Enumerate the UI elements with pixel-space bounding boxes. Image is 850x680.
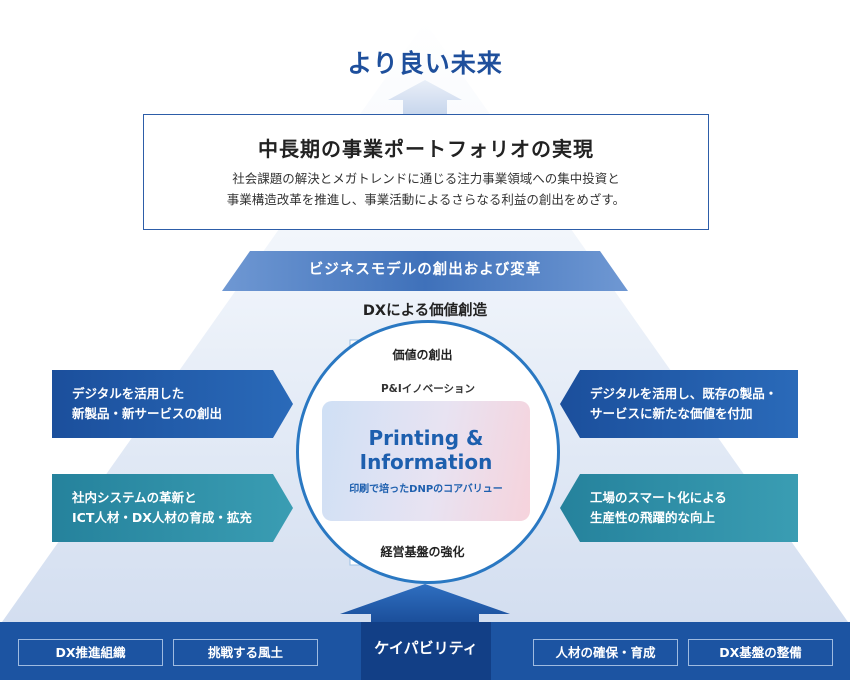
bottom-item-dx-org: DX推進組織 [18,639,163,666]
future-title: より良い未来 [347,49,503,78]
left-item-1-line-2: 新製品・新サービスの創出 [72,406,223,421]
left-item-1: デジタルを活用した 新製品・新サービスの創出 [72,384,222,424]
bottom-item-talent: 人材の確保・育成 [533,639,678,666]
core-title-line-1: Printing & [368,426,484,450]
portfolio-box: 中長期の事業ポートフォリオの実現 社会課題の解決とメガトレンドに通じる注力事業領… [143,114,709,230]
right-item-2-line-2: 生産性の飛躍的な向上 [590,510,716,525]
dx-value-label: DXによる価値創造 [362,303,488,319]
left-item-2: 社内システムの革新と ICT人材・DX人材の育成・拡充 [72,488,252,528]
right-item-1-line-1: デジタルを活用し、既存の製品・ [590,386,778,401]
bottom-item-culture: 挑戦する風土 [173,639,318,666]
bottom-item-dx-platform: DX基盤の整備 [688,639,833,666]
portfolio-description: 社会課題の解決とメガトレンドに通じる注力事業領域への集中投資と 事業構造改革を推… [144,168,708,210]
foundation-tag: 経営基盤の強化 [380,545,465,559]
core-subtitle: 印刷で培ったDNPのコアバリュー [349,484,503,495]
portfolio-desc-line-2: 事業構造改革を推進し、事業活動によるさらなる利益の創出をめざす。 [226,192,626,207]
portfolio-desc-line-1: 社会課題の解決とメガトレンドに通じる注力事業領域への集中投資と [232,171,620,186]
capability-label: ケイパビリティ [361,622,491,680]
pi-innovation-label: P&Iイノベーション [380,383,476,395]
left-item-2-line-1: 社内システムの革新と [72,490,197,505]
left-item-2-line-2: ICT人材・DX人材の育成・拡充 [72,510,252,525]
right-item-2-line-1: 工場のスマート化による [590,490,727,505]
left-item-1-line-1: デジタルを活用した [72,386,185,401]
core-title-line-2: Information [359,450,493,474]
value-creation-tag: 価値の創出 [392,348,453,362]
core-value-box: Printing & Information 印刷で培ったDNPのコアバリュー [322,401,530,521]
business-model-label: ビジネスモデルの創出および変革 [308,262,542,278]
right-item-1: デジタルを活用し、既存の製品・ サービスに新たな価値を付加 [590,384,777,424]
core-title: Printing & Information [322,426,530,474]
right-item-2: 工場のスマート化による 生産性の飛躍的な向上 [590,488,727,528]
portfolio-title: 中長期の事業ポートフォリオの実現 [258,137,594,161]
right-item-1-line-2: サービスに新たな価値を付加 [590,406,753,421]
